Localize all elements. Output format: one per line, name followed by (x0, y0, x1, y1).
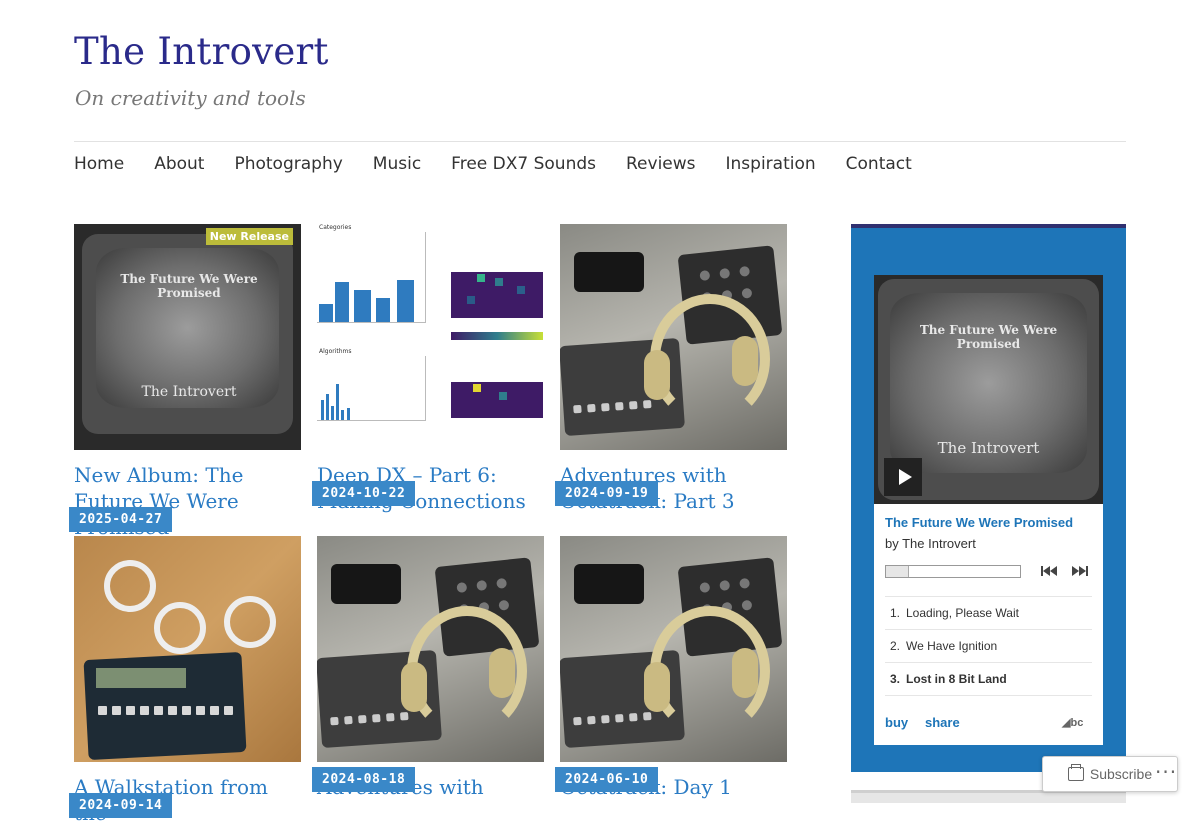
album-artist: by The Introvert (885, 536, 976, 551)
playback-progress-bar[interactable] (885, 565, 1021, 578)
main-navigation: Home About Photography Music Free DX7 So… (74, 154, 912, 174)
post-thumbnail[interactable] (74, 536, 301, 762)
bandcamp-logo-text: bc (1070, 717, 1084, 729)
next-track-icon[interactable] (1070, 563, 1090, 579)
post-thumbnail[interactable] (317, 536, 544, 762)
post-thumbnail[interactable]: New Release The Future We Were Promised … (74, 224, 301, 450)
post-date-badge[interactable]: 2024-06-10 (555, 767, 659, 792)
post-thumbnail[interactable]: Categories Algorithms (317, 224, 544, 450)
nav-item-inspiration[interactable]: Inspiration (726, 154, 816, 174)
thumbnail-chart-label: Categories (319, 224, 352, 231)
album-art-title-text: The Future We Were Promised (919, 323, 1058, 351)
track-number: 3. (890, 672, 901, 686)
nav-item-contact[interactable]: Contact (846, 154, 912, 174)
nav-divider (74, 141, 1126, 142)
new-release-badge: New Release (205, 228, 293, 245)
post-date-badge[interactable]: 2024-09-19 (555, 481, 659, 506)
thumbnail-artist-text: The Introvert (141, 384, 237, 400)
thumbnail-chart-label: Algorithms (319, 348, 352, 355)
play-button[interactable] (884, 458, 922, 496)
nav-item-home[interactable]: Home (74, 154, 124, 174)
buy-link[interactable]: buy (885, 715, 908, 730)
post-thumbnail[interactable] (560, 224, 787, 450)
track-list: 1. Loading, Please Wait 2. We Have Ignitio… (885, 596, 1092, 696)
bandcamp-logo-icon[interactable]: ◢bc (1062, 716, 1083, 729)
play-icon (898, 469, 912, 485)
nav-item-free-dx7-sounds[interactable]: Free DX7 Sounds (451, 154, 596, 174)
nav-item-about[interactable]: About (154, 154, 204, 174)
more-options-icon[interactable]: ··· (1155, 760, 1177, 784)
post-date-badge[interactable]: 2024-09-14 (69, 793, 173, 818)
site-title[interactable]: The Introvert (74, 30, 329, 73)
track-number: 1. (890, 606, 901, 620)
nav-item-reviews[interactable]: Reviews (626, 154, 696, 174)
album-title-link[interactable]: The Future We Were Promised (885, 515, 1073, 530)
post-card: Categories Algorithms 2024-10-22 Deep DX… (312, 224, 544, 514)
post-card: 2024-09-14 A Walkstation from the (69, 536, 301, 826)
site-tagline: On creativity and tools (75, 86, 306, 110)
track-title: We Have Ignition (906, 639, 998, 653)
post-card: 2024-06-10 Octatrack: Day 1 (555, 536, 787, 800)
bandcamp-player: The Future We Were Promised The Introver… (874, 275, 1103, 745)
post-date-badge[interactable]: 2025-04-27 (69, 507, 173, 532)
share-link[interactable]: share (925, 715, 960, 730)
bandcamp-widget: The Future We Were Promised The Introver… (851, 224, 1126, 772)
nav-item-music[interactable]: Music (373, 154, 421, 174)
post-card: 2024-08-18 Adventures with (312, 536, 544, 800)
thumbnail-title-text: The Future We Were Promised (120, 272, 258, 300)
post-thumbnail[interactable] (560, 536, 787, 762)
previous-track-icon[interactable] (1039, 563, 1059, 579)
track-item-selected[interactable]: 3. Lost in 8 Bit Land (885, 662, 1092, 696)
track-title: Lost in 8 Bit Land (906, 672, 1007, 686)
subscribe-label: Subscribe (1089, 766, 1153, 782)
track-number: 2. (890, 639, 901, 653)
track-item[interactable]: 1. Loading, Please Wait (885, 596, 1092, 629)
post-date-badge[interactable]: 2024-10-22 (312, 481, 416, 506)
post-date-badge[interactable]: 2024-08-18 (312, 767, 416, 792)
track-title: Loading, Please Wait (906, 606, 1019, 620)
post-card: 2024-09-19 Adventures with Octatrack: Pa… (555, 224, 787, 514)
track-item[interactable]: 2. We Have Ignition (885, 629, 1092, 662)
progress-handle[interactable] (886, 566, 909, 577)
nav-item-photography[interactable]: Photography (234, 154, 342, 174)
subscribe-icon (1067, 764, 1084, 781)
post-card: New Release The Future We Were Promised … (69, 224, 301, 540)
album-art-artist-text: The Introvert (937, 439, 1040, 457)
